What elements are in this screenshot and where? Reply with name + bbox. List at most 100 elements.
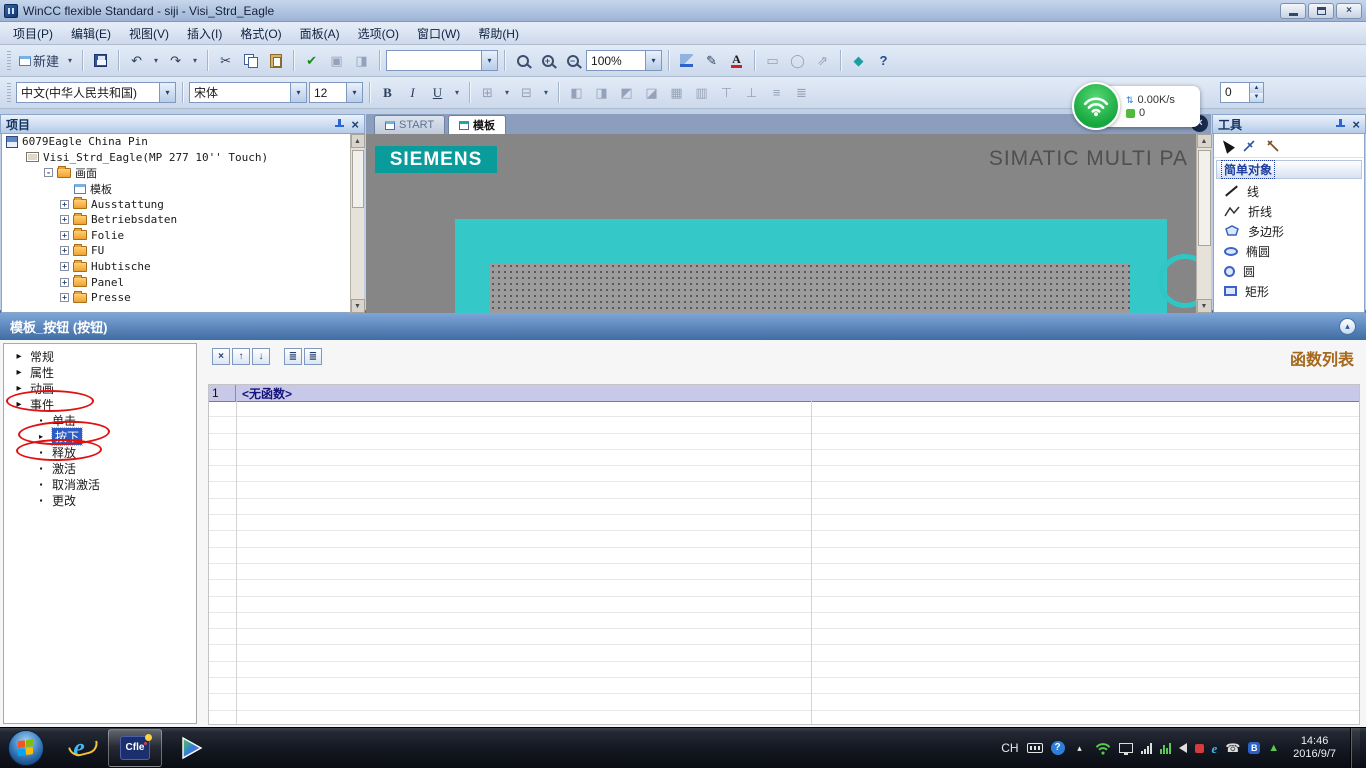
expander-icon[interactable]: + [60, 200, 69, 209]
minimize-button[interactable] [1280, 3, 1306, 19]
layout-dropdown-1[interactable]: ▾ [501, 81, 513, 104]
expand-list-button[interactable]: ≣ [284, 348, 302, 365]
spin-up-icon[interactable]: ▲ [1250, 83, 1263, 93]
layout-icon-1[interactable]: ⊞ [476, 81, 499, 104]
collapse-pane-icon[interactable]: ▴ [1339, 318, 1356, 335]
pin-icon[interactable] [1334, 118, 1346, 130]
nav-animations[interactable]: ▸动画 [4, 380, 196, 396]
language-combobox[interactable]: 中文(中华人民共和国) ▾ [16, 82, 176, 103]
fill-color-button[interactable] [675, 49, 698, 72]
nav-event-activate[interactable]: ▪激活 [4, 460, 196, 476]
nav-properties[interactable]: ▸属性 [4, 364, 196, 380]
net-speed-widget[interactable]: ⇅0.00K/s 0 [1072, 82, 1200, 130]
tool-polygon[interactable]: 多边形 [1214, 221, 1364, 241]
close-button[interactable]: × [1336, 3, 1362, 19]
align-top-button[interactable]: ◩ [615, 81, 638, 104]
tree-item-hubtische[interactable]: +Hubtische [2, 259, 363, 275]
compile-button[interactable]: ✔ [300, 49, 323, 72]
pin-icon[interactable] [333, 118, 345, 130]
redo-dropdown[interactable]: ▾ [189, 49, 201, 72]
undo-button[interactable]: ↶ [125, 49, 148, 72]
tree-item-ausstattung[interactable]: +Ausstattung [2, 196, 363, 212]
zoom-combobox[interactable]: 100% ▾ [586, 50, 662, 71]
nav-events[interactable]: ▸事件 [4, 396, 196, 412]
language-combobox-arrow[interactable]: ▾ [159, 83, 175, 102]
expander-icon[interactable]: + [60, 293, 69, 302]
hammer-icon[interactable] [1266, 139, 1280, 153]
tree-item-betriebsdaten[interactable]: +Betriebsdaten [2, 212, 363, 228]
copy-button[interactable] [239, 49, 262, 72]
empty-function-row[interactable] [209, 482, 1359, 498]
view-combobox[interactable]: ▾ [386, 50, 498, 71]
nav-event-press[interactable]: ▸按下 [4, 428, 196, 444]
same-width-button[interactable]: ⊤ [715, 81, 738, 104]
nav-event-deactivate[interactable]: ▪取消激活 [4, 476, 196, 492]
menu-edit[interactable]: 编辑(E) [62, 22, 120, 45]
start-button[interactable] [8, 730, 44, 766]
project-tree-scrollbar[interactable]: ▲ ▼ [350, 134, 364, 313]
wifi-ball-icon[interactable] [1072, 82, 1120, 130]
empty-function-row[interactable] [209, 694, 1359, 710]
font-combobox[interactable]: 宋体 ▾ [189, 82, 307, 103]
send-back-button[interactable]: ≣ [790, 81, 813, 104]
empty-function-row[interactable] [209, 597, 1359, 613]
undo-dropdown[interactable]: ▾ [150, 49, 162, 72]
menu-format[interactable]: 格式(O) [231, 22, 290, 45]
function-value[interactable]: <无函数> [236, 385, 298, 401]
nav-event-change[interactable]: ▪更改 [4, 492, 196, 508]
delete-function-button[interactable]: × [212, 348, 230, 365]
empty-function-row[interactable] [209, 499, 1359, 515]
layout-icon-2[interactable]: ⊟ [515, 81, 538, 104]
cut-button[interactable]: ✂ [214, 49, 237, 72]
italic-button[interactable]: I [401, 81, 424, 104]
help-button[interactable]: ? [872, 49, 895, 72]
distribute-v-button[interactable]: ▥ [690, 81, 713, 104]
tree-item-project-root[interactable]: 6079Eagle China Pin [2, 134, 363, 150]
move-up-button[interactable]: ↑ [232, 348, 250, 365]
tab-template[interactable]: 模板 [448, 115, 506, 134]
nav-general[interactable]: ▸常规 [4, 348, 196, 364]
font-style-dropdown[interactable]: ▾ [451, 81, 463, 104]
selection-cursor-icon[interactable] [1219, 137, 1235, 153]
paste-button[interactable] [264, 49, 287, 72]
taskbar-wincc-button[interactable]: Cfle [108, 729, 162, 767]
scroll-thumb[interactable] [352, 150, 364, 208]
font-combobox-arrow[interactable]: ▾ [290, 83, 306, 102]
shape-rect-button[interactable]: ▭ [761, 49, 784, 72]
zoom-combobox-arrow[interactable]: ▾ [645, 51, 661, 70]
nav-event-click[interactable]: ▪单击 [4, 412, 196, 428]
zoom-out-button[interactable]: − [561, 49, 584, 72]
scroll-down-icon[interactable]: ▼ [1197, 299, 1212, 313]
rotation-spinner[interactable]: 0 ▲▼ [1220, 82, 1264, 103]
activity-icon[interactable] [1160, 743, 1171, 754]
empty-function-row[interactable] [209, 434, 1359, 450]
ime-help-icon[interactable]: ? [1051, 741, 1065, 755]
template-dot-grid[interactable] [490, 263, 1130, 313]
align-left-button[interactable]: ◧ [565, 81, 588, 104]
taskbar-media-button[interactable] [164, 729, 218, 767]
function-list-table[interactable]: 1 <无函数> [208, 384, 1360, 725]
menu-insert[interactable]: 插入(I) [178, 22, 231, 45]
menu-view[interactable]: 视图(V) [120, 22, 178, 45]
layout-dropdown-2[interactable]: ▾ [540, 81, 552, 104]
taskbar-ie-button[interactable]: e [52, 729, 106, 767]
simple-objects-section[interactable]: 简单对象 [1216, 160, 1362, 179]
input-language-indicator[interactable]: CH [1001, 741, 1018, 755]
tool-line[interactable]: 线 [1214, 181, 1364, 201]
tool-ellipse[interactable]: 椭圆 [1214, 241, 1364, 261]
display-icon[interactable] [1119, 743, 1133, 753]
save-button[interactable] [89, 49, 112, 72]
new-button[interactable]: 新建 [16, 49, 62, 72]
empty-function-row[interactable] [209, 662, 1359, 678]
empty-function-row[interactable] [209, 711, 1359, 725]
distribute-h-button[interactable]: ▦ [665, 81, 688, 104]
wand-icon[interactable] [1242, 139, 1256, 153]
empty-function-row[interactable] [209, 450, 1359, 466]
font-color-button[interactable]: A [725, 49, 748, 72]
collapse-list-button[interactable]: ≣ [304, 348, 322, 365]
zoom-select-button[interactable] [511, 49, 534, 72]
signal-icon[interactable] [1141, 743, 1152, 754]
tool-rectangle[interactable]: 矩形 [1214, 281, 1364, 301]
same-height-button[interactable]: ⊥ [740, 81, 763, 104]
expander-icon[interactable]: - [44, 168, 53, 177]
